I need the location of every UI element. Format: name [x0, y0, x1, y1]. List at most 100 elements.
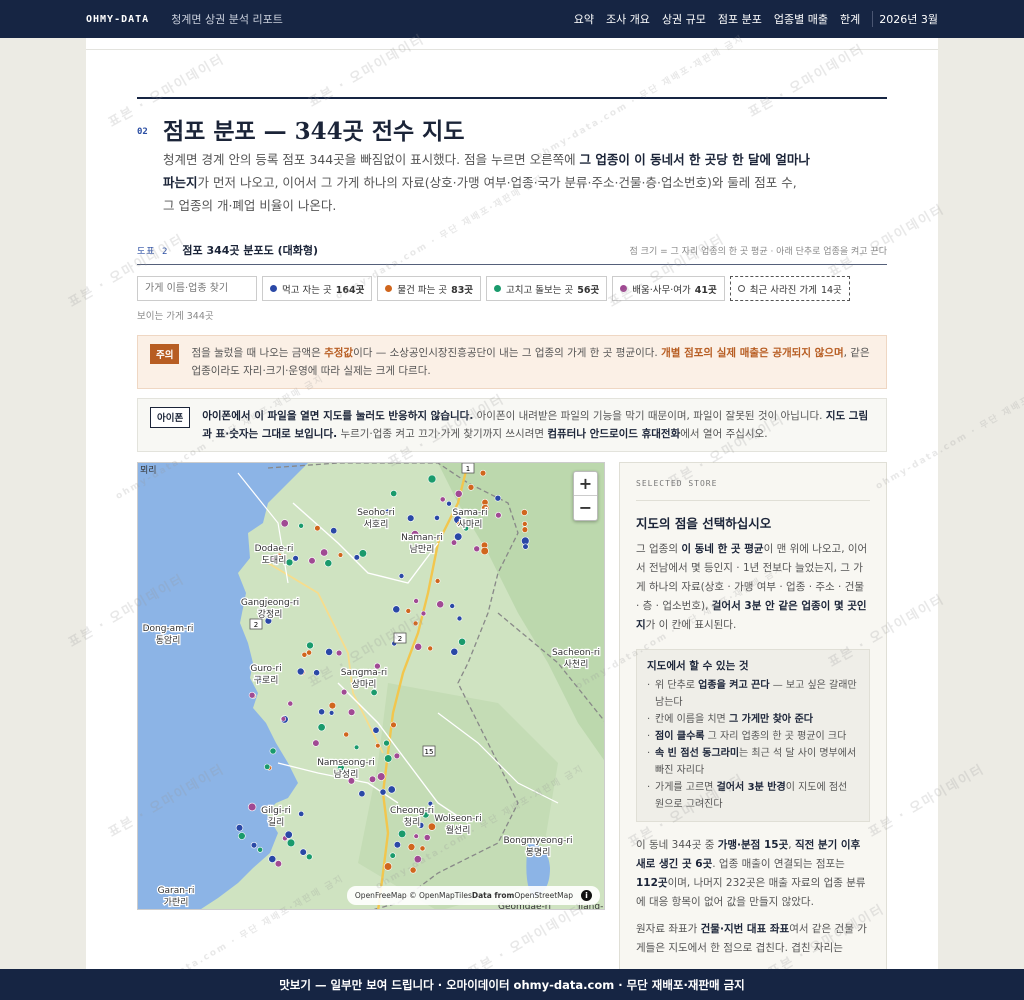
- store-marker[interactable]: [264, 763, 271, 770]
- store-marker[interactable]: [248, 691, 256, 699]
- filter-chip-recently-closed[interactable]: 최근 사라진 가게 14곳: [729, 276, 850, 301]
- store-marker[interactable]: [375, 743, 381, 749]
- store-marker[interactable]: [419, 845, 426, 852]
- store-marker[interactable]: [495, 511, 502, 519]
- store-marker[interactable]: [454, 489, 463, 498]
- store-marker[interactable]: [287, 700, 294, 707]
- store-marker[interactable]: [306, 641, 314, 650]
- store-marker[interactable]: [446, 500, 452, 507]
- store-marker[interactable]: [280, 716, 287, 722]
- store-marker[interactable]: [340, 688, 348, 696]
- filter-chip-repair-care[interactable]: 고치고 돌보는 곳 56곳: [486, 276, 608, 301]
- store-marker[interactable]: [308, 557, 316, 565]
- store-marker[interactable]: [439, 496, 446, 503]
- store-marker[interactable]: [412, 620, 419, 627]
- store-marker[interactable]: [427, 474, 437, 484]
- store-marker[interactable]: [372, 726, 380, 734]
- store-marker[interactable]: [390, 721, 397, 729]
- store-marker[interactable]: [296, 667, 305, 676]
- store-marker[interactable]: [286, 838, 296, 848]
- store-marker[interactable]: [413, 855, 422, 864]
- filter-chip-education-office-leisure[interactable]: 배움·사무·여가 41곳: [612, 276, 725, 301]
- store-marker[interactable]: [280, 519, 289, 528]
- store-marker[interactable]: [284, 830, 293, 839]
- store-marker[interactable]: [370, 689, 378, 697]
- nav-link-limits[interactable]: 한계: [840, 11, 860, 27]
- store-marker[interactable]: [306, 649, 312, 656]
- nav-link-distribution[interactable]: 점포 분포: [718, 11, 762, 27]
- store-marker[interactable]: [473, 545, 481, 553]
- store-marker[interactable]: [330, 527, 338, 535]
- store-marker[interactable]: [420, 610, 427, 617]
- store-marker[interactable]: [250, 842, 258, 849]
- store-marker[interactable]: [347, 708, 356, 716]
- store-marker[interactable]: [335, 649, 343, 657]
- store-marker[interactable]: [235, 824, 244, 832]
- store-marker[interactable]: [257, 846, 263, 853]
- store-marker[interactable]: [318, 708, 325, 716]
- store-marker[interactable]: [398, 829, 407, 839]
- store-marker[interactable]: [368, 775, 377, 783]
- store-marker[interactable]: [274, 860, 282, 868]
- store-marker[interactable]: [383, 862, 393, 871]
- store-marker[interactable]: [522, 543, 529, 550]
- store-marker[interactable]: [383, 739, 390, 747]
- store-marker[interactable]: [392, 605, 401, 614]
- store-marker[interactable]: [299, 848, 307, 856]
- store-marker[interactable]: [387, 785, 396, 794]
- store-marker[interactable]: [292, 555, 299, 562]
- store-marker[interactable]: [449, 603, 456, 609]
- store-marker[interactable]: [301, 651, 308, 658]
- store-marker[interactable]: [480, 546, 489, 556]
- store-marker[interactable]: [427, 645, 434, 652]
- nav-link-summary[interactable]: 요약: [574, 11, 594, 27]
- store-marker[interactable]: [314, 525, 321, 532]
- store-marker[interactable]: [337, 552, 344, 558]
- store-marker[interactable]: [409, 866, 417, 874]
- store-marker[interactable]: [458, 637, 466, 646]
- store-marker[interactable]: [358, 549, 367, 558]
- store-marker[interactable]: [325, 647, 333, 656]
- store-search-input[interactable]: [137, 276, 257, 301]
- zoom-out-button[interactable]: −: [574, 496, 597, 520]
- store-marker[interactable]: [436, 600, 445, 609]
- map-canvas[interactable]: Seoho-ri서호리 Sama-ri사마리 Dodae-ri도대리 Naman-ri…: [138, 463, 605, 910]
- store-marker[interactable]: [384, 754, 393, 763]
- store-marker[interactable]: [268, 855, 277, 863]
- brand-logo[interactable]: OHMY-DATA: [86, 14, 149, 25]
- store-marker[interactable]: [238, 832, 246, 840]
- store-marker[interactable]: [521, 521, 528, 527]
- store-marker[interactable]: [456, 615, 463, 622]
- store-marker[interactable]: [390, 489, 398, 497]
- store-marker[interactable]: [423, 834, 431, 841]
- store-marker[interactable]: [312, 739, 320, 747]
- store-marker[interactable]: [269, 747, 277, 755]
- store-marker[interactable]: [450, 539, 458, 546]
- store-marker[interactable]: [324, 559, 333, 568]
- store-marker[interactable]: [434, 515, 440, 521]
- nav-link-scale[interactable]: 상권 규모: [662, 11, 706, 27]
- filter-chip-food-lodging[interactable]: 먹고 자는 곳 164곳: [262, 276, 373, 301]
- store-marker[interactable]: [306, 853, 313, 861]
- store-marker[interactable]: [389, 852, 396, 859]
- store-marker[interactable]: [320, 548, 329, 557]
- store-marker[interactable]: [285, 558, 294, 567]
- store-marker[interactable]: [298, 522, 304, 529]
- store-marker[interactable]: [379, 788, 387, 796]
- store-marker[interactable]: [467, 483, 475, 491]
- store-marker[interactable]: [494, 494, 502, 502]
- store-marker[interactable]: [328, 701, 337, 710]
- store-marker[interactable]: [247, 802, 257, 812]
- store-marker[interactable]: [353, 744, 360, 750]
- zoom-in-button[interactable]: +: [574, 472, 597, 496]
- store-marker[interactable]: [393, 752, 401, 760]
- store-marker[interactable]: [413, 598, 419, 604]
- nav-link-sales[interactable]: 업종별 매출: [774, 11, 828, 27]
- nav-link-overview[interactable]: 조사 개요: [606, 11, 650, 27]
- store-marker[interactable]: [358, 790, 366, 798]
- store-marker[interactable]: [353, 554, 360, 561]
- store-marker[interactable]: [313, 669, 320, 677]
- store-marker[interactable]: [407, 514, 415, 522]
- store-marker[interactable]: [450, 647, 459, 656]
- info-icon[interactable]: i: [581, 890, 592, 901]
